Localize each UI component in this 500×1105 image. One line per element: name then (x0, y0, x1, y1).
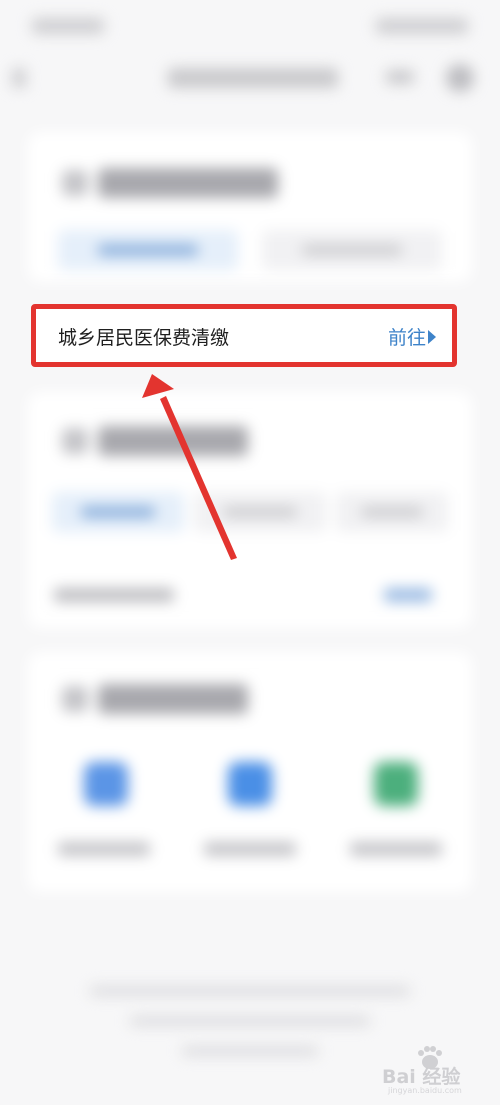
watermark-url: jingyan.baidu.com (388, 1086, 462, 1095)
annotation-arrow (142, 374, 237, 560)
watermark: Bai 经验 jingyan.baidu.com (380, 1046, 480, 1095)
arrow-shaft (160, 396, 237, 560)
watermark-logo: Bai 经验 (382, 1066, 461, 1088)
arrow-head (142, 374, 174, 398)
